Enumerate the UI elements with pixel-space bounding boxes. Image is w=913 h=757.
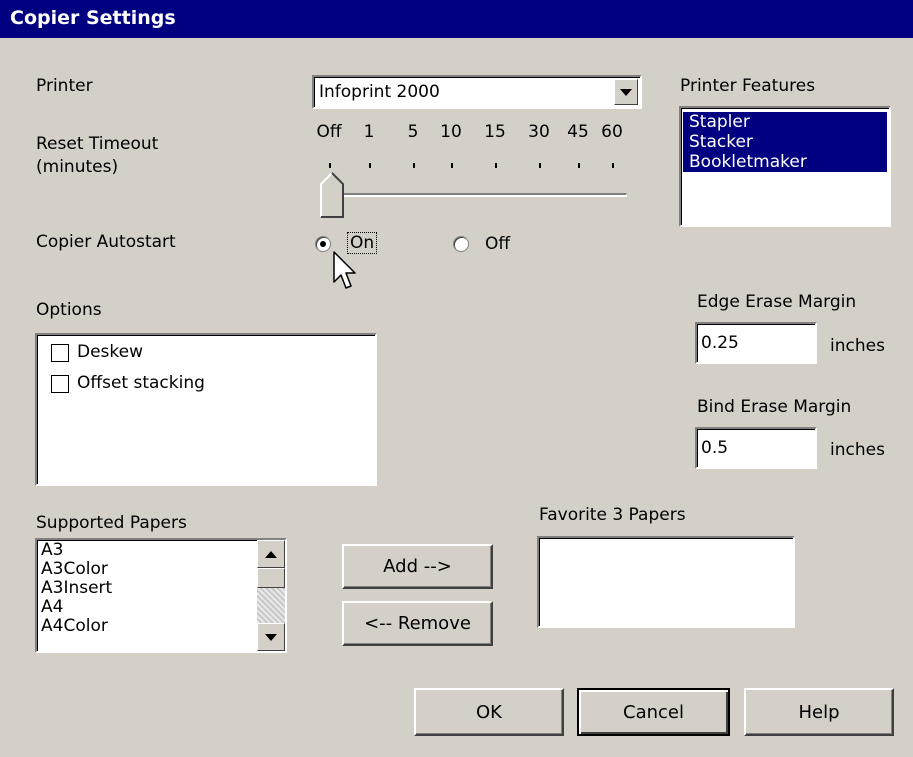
- scroll-down-button[interactable]: [257, 623, 285, 651]
- cancel-button[interactable]: Cancel: [577, 688, 730, 736]
- supported-papers-label: Supported Papers: [36, 513, 187, 533]
- autostart-on-radio[interactable]: [315, 236, 331, 252]
- favorite-papers-list[interactable]: [537, 536, 795, 628]
- copier-autostart-label: Copier Autostart: [36, 232, 176, 252]
- bind-erase-label: Bind Erase Margin: [697, 397, 852, 417]
- printer-selected-value: Infoprint 2000: [319, 82, 440, 102]
- printer-features-list[interactable]: Stapler Stacker Bookletmaker: [679, 106, 891, 227]
- tick-label: Off: [316, 122, 342, 142]
- chevron-up-icon: [265, 550, 277, 558]
- list-item[interactable]: A4: [37, 598, 255, 617]
- deskew-label: Deskew: [77, 342, 144, 362]
- feature-item[interactable]: Stapler: [683, 112, 887, 132]
- tick-label: 30: [528, 122, 550, 142]
- reset-timeout-unit-label: (minutes): [36, 157, 119, 177]
- help-button[interactable]: Help: [744, 688, 894, 736]
- options-label: Options: [36, 300, 102, 320]
- tick-label: 45: [567, 122, 589, 142]
- autostart-off-label[interactable]: Off: [485, 234, 510, 254]
- list-item[interactable]: A4Color: [37, 617, 255, 636]
- title-bar: Copier Settings: [0, 0, 913, 38]
- feature-item[interactable]: Stacker: [683, 132, 887, 152]
- list-item[interactable]: A3Color: [37, 560, 255, 579]
- feature-item[interactable]: Bookletmaker: [683, 152, 887, 172]
- dropdown-arrow-button[interactable]: [614, 79, 638, 105]
- remove-button[interactable]: <-- Remove: [342, 601, 493, 646]
- bind-erase-unit: inches: [830, 440, 885, 460]
- supported-papers-list[interactable]: A3 A3Color A3Insert A4 A4Color: [35, 538, 287, 653]
- window-title: Copier Settings: [10, 7, 176, 29]
- tick-label: 5: [407, 122, 419, 142]
- favorite-papers-label: Favorite 3 Papers: [539, 505, 686, 525]
- timeout-slider-thumb[interactable]: [320, 172, 346, 218]
- mouse-pointer-icon: [333, 251, 356, 289]
- scroll-thumb[interactable]: [257, 568, 285, 588]
- printer-dropdown[interactable]: Infoprint 2000: [312, 75, 642, 109]
- reset-timeout-label: Reset Timeout: [36, 134, 159, 154]
- timeout-slider-track[interactable]: [322, 193, 627, 197]
- offset-stacking-checkbox[interactable]: [51, 375, 69, 393]
- printer-label: Printer: [36, 76, 93, 96]
- tick-label: 10: [440, 122, 462, 142]
- timeout-ticks: [314, 163, 634, 171]
- edge-erase-input[interactable]: [695, 322, 817, 364]
- chevron-down-icon: [265, 633, 277, 641]
- bind-erase-input[interactable]: [695, 427, 817, 469]
- timeout-tick-labels: Off 1 5 10 15 30 45 60: [314, 122, 634, 146]
- printer-features-label: Printer Features: [680, 76, 816, 96]
- edge-erase-unit: inches: [830, 336, 885, 356]
- tick-label: 1: [363, 122, 375, 142]
- ok-button[interactable]: OK: [414, 688, 564, 736]
- add-button[interactable]: Add -->: [342, 544, 493, 589]
- options-list[interactable]: Deskew Offset stacking: [35, 333, 377, 486]
- tick-label: 60: [601, 122, 623, 142]
- offset-stacking-label: Offset stacking: [77, 373, 205, 393]
- scroll-up-button[interactable]: [257, 540, 285, 568]
- tick-label: 15: [484, 122, 506, 142]
- vertical-scrollbar[interactable]: [257, 540, 285, 651]
- edge-erase-label: Edge Erase Margin: [697, 292, 857, 312]
- deskew-checkbox[interactable]: [51, 344, 69, 362]
- list-item[interactable]: A3: [37, 541, 255, 560]
- chevron-down-icon: [620, 88, 632, 96]
- list-item[interactable]: A3Insert: [37, 579, 255, 598]
- radio-dot-icon: [320, 241, 326, 247]
- autostart-off-radio[interactable]: [453, 236, 469, 252]
